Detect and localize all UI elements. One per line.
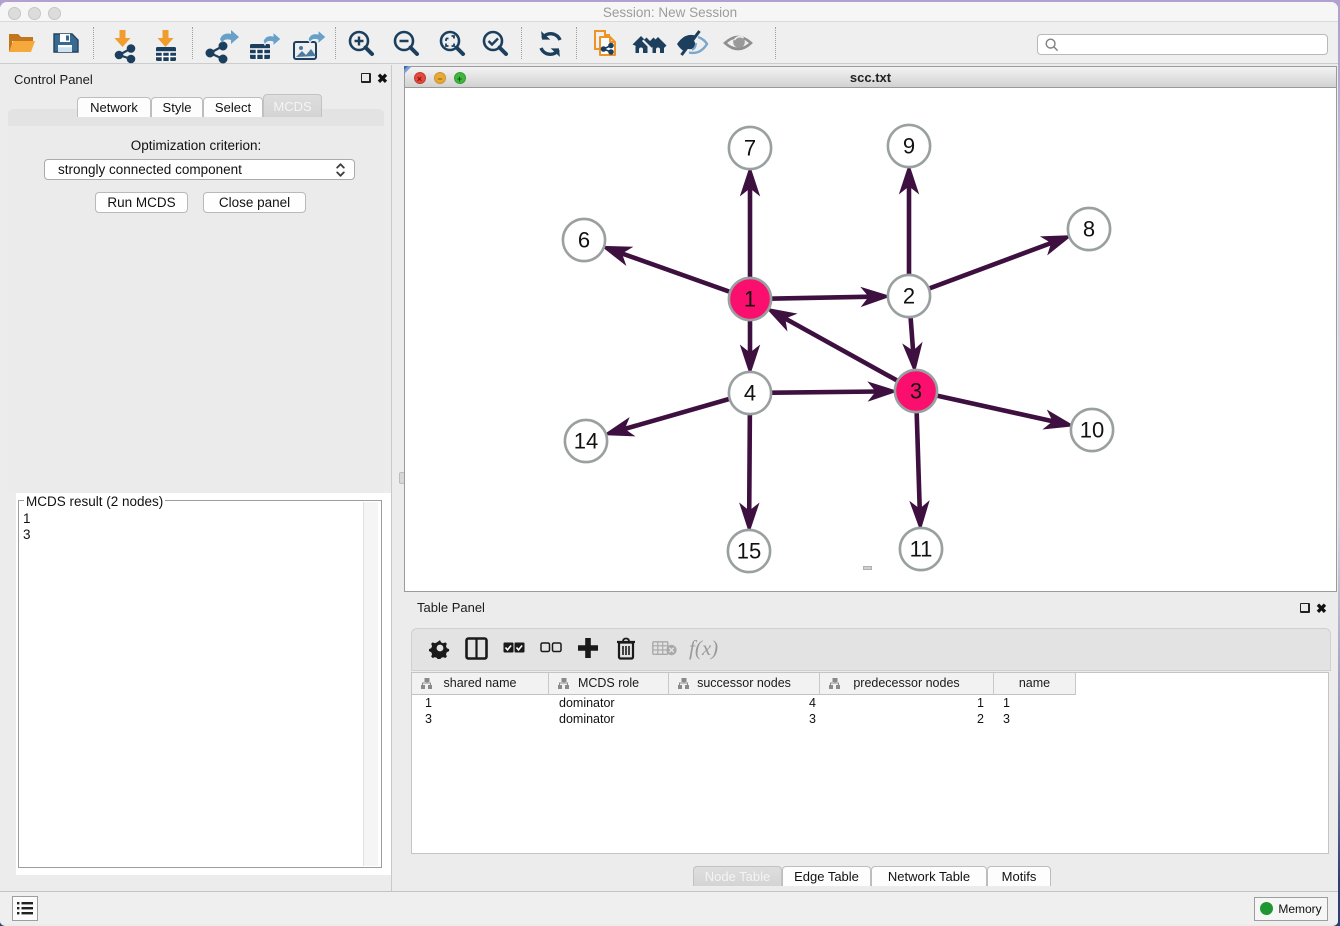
svg-text:9: 9 [903,134,915,159]
svg-text:10: 10 [1080,418,1104,443]
svg-text:3: 3 [910,379,922,404]
svg-text:8: 8 [1083,217,1095,242]
svg-text:6: 6 [578,228,590,253]
svg-text:11: 11 [910,537,933,562]
svg-text:14: 14 [574,429,598,454]
svg-text:4: 4 [744,381,756,406]
svg-text:7: 7 [744,136,756,161]
svg-text:1: 1 [744,287,756,312]
svg-text:2: 2 [903,284,915,309]
svg-text:15: 15 [737,539,761,564]
